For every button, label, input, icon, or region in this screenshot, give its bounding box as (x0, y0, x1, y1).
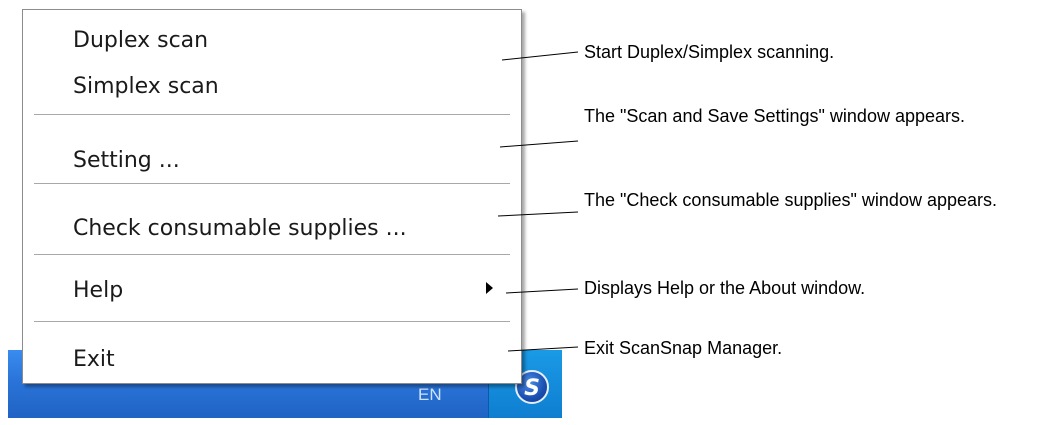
callout-lines (497, 51, 579, 352)
callout-line-help (505, 288, 579, 294)
callout-check-supplies: The "Check consumable supplies" window a… (584, 190, 997, 210)
callout-line-scan (501, 51, 579, 61)
callout-exit: Exit ScanSnap Manager. (584, 338, 783, 358)
callout-line-setting (499, 140, 579, 148)
callout-help: Displays Help or the About window. (584, 278, 866, 298)
callout-scan: Start Duplex/Simplex scanning. (584, 42, 835, 62)
callout-line-exit (507, 346, 579, 352)
callout-setting: The "Scan and Save Settings" window appe… (584, 106, 966, 126)
callout-line-check-supplies (497, 211, 579, 217)
